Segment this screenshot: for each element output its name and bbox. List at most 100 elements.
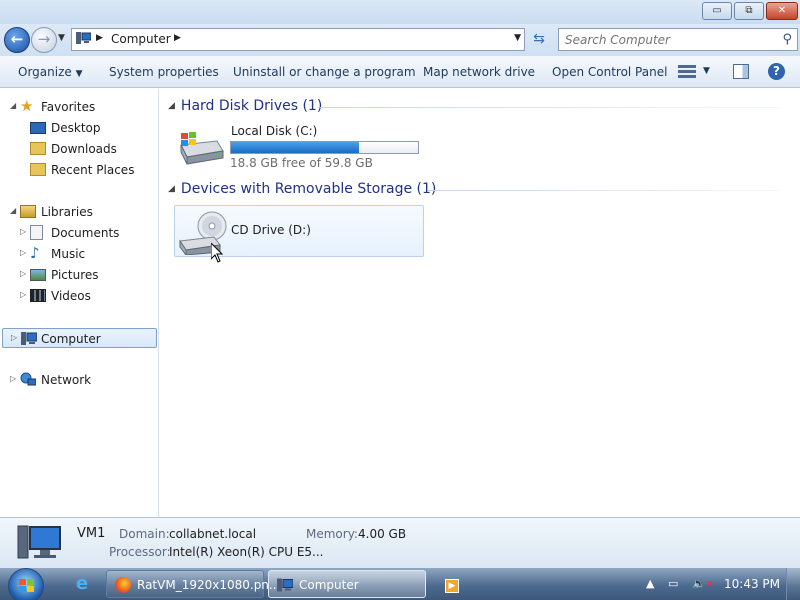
- nav-computer-label: Computer: [41, 332, 101, 346]
- show-hidden-icons-icon[interactable]: ▲: [646, 577, 654, 590]
- videos-icon: [30, 289, 46, 302]
- group-header-hard-disk-drives[interactable]: ◢ Hard Disk Drives (1): [168, 98, 322, 114]
- windows-logo-icon: [19, 579, 35, 593]
- nav-favorites[interactable]: ◢ ★ Favorites: [0, 97, 157, 117]
- hard-disk-icon: [180, 132, 224, 165]
- close-button[interactable]: ✕: [766, 2, 798, 20]
- address-dropdown-icon[interactable]: ▼: [514, 33, 521, 43]
- group-divider: [428, 190, 780, 191]
- processor-label: Processor:: [109, 545, 171, 559]
- details-pane: VM1 Domain: collabnet.local Memory: 4.00…: [0, 517, 800, 568]
- organize-menu[interactable]: Organize ▼: [18, 65, 83, 79]
- nav-item-label: Videos: [51, 289, 91, 303]
- recent-places-icon: [30, 163, 46, 176]
- domain-label: Domain:: [119, 527, 170, 541]
- nav-item-downloads[interactable]: Downloads: [0, 139, 157, 159]
- breadcrumb-chevron-icon[interactable]: ▶: [96, 33, 103, 43]
- nav-network-label: Network: [41, 373, 92, 387]
- computer-icon: [76, 32, 91, 44]
- disk-usage-fill: [231, 142, 360, 153]
- media-player-icon[interactable]: ▶: [438, 570, 466, 598]
- expand-arrow-icon[interactable]: ▷: [20, 290, 26, 299]
- uninstall-program-button[interactable]: Uninstall or change a program: [233, 65, 416, 79]
- internet-explorer-icon[interactable]: e: [68, 570, 96, 598]
- expand-arrow-icon[interactable]: ▷: [20, 269, 26, 278]
- breadcrumb-computer[interactable]: Computer: [111, 32, 171, 46]
- expand-arrow-icon[interactable]: ▷: [10, 374, 16, 383]
- minimize-button[interactable]: ▭: [702, 2, 732, 20]
- mouse-cursor-icon: [211, 243, 223, 263]
- nav-item-videos[interactable]: ▷ Videos: [0, 286, 157, 306]
- memory-label: Memory:: [306, 527, 358, 541]
- nav-item-label: Desktop: [51, 121, 101, 135]
- show-desktop-button[interactable]: [786, 568, 800, 600]
- forward-button[interactable]: →: [31, 27, 57, 53]
- search-box[interactable]: ⚲: [558, 28, 798, 51]
- star-icon: ★: [20, 97, 34, 115]
- nav-item-pictures[interactable]: ▷ Pictures: [0, 265, 157, 285]
- processor-value: Intel(R) Xeon(R) CPU E5...: [169, 545, 324, 559]
- expand-arrow-icon[interactable]: ▷: [20, 227, 26, 236]
- nav-item-label: Downloads: [51, 142, 117, 156]
- expand-arrow-icon[interactable]: ◢: [10, 206, 16, 215]
- expand-arrow-icon[interactable]: ◢: [10, 101, 16, 110]
- computer-large-icon: [17, 525, 61, 559]
- taskbar: e RatVM_1920x1080.pn... Computer ▶ ▲ ▭ 🔈…: [0, 568, 800, 600]
- volume-muted-icon[interactable]: 🔈✕: [692, 577, 713, 590]
- taskbar-item-firefox[interactable]: RatVM_1920x1080.pn...: [106, 570, 280, 598]
- network-status-icon[interactable]: ▭: [668, 577, 678, 590]
- collapse-arrow-icon[interactable]: ◢: [168, 184, 175, 194]
- nav-item-label: Documents: [51, 226, 120, 240]
- open-control-panel-button[interactable]: Open Control Panel: [552, 65, 667, 79]
- libraries-icon: [20, 205, 36, 218]
- search-icon[interactable]: ⚲: [782, 32, 792, 47]
- change-view-icon[interactable]: [678, 65, 696, 79]
- drive-free-space: 18.8 GB free of 59.8 GB: [230, 156, 373, 170]
- address-bar[interactable]: ▶ Computer ▶ ▼: [71, 28, 525, 51]
- computer-icon: [277, 578, 293, 592]
- desktop-icon: [30, 122, 46, 134]
- system-properties-button[interactable]: System properties: [109, 65, 219, 79]
- group-header-removable-storage[interactable]: ◢ Devices with Removable Storage (1): [168, 181, 436, 197]
- music-icon: ♪: [30, 244, 40, 262]
- memory-value: 4.00 GB: [358, 527, 407, 541]
- preview-pane-icon[interactable]: [733, 64, 749, 79]
- maximize-button[interactable]: ⧉: [734, 2, 764, 20]
- nav-computer[interactable]: ▷ Computer: [2, 328, 157, 348]
- back-button[interactable]: ←: [4, 27, 30, 53]
- navigation-bar: ← → ▼ ▶ Computer ▶ ▼ ⇆ ⚲: [0, 24, 800, 56]
- clock[interactable]: 10:43 PM: [724, 577, 780, 591]
- start-button[interactable]: [8, 568, 44, 600]
- group-title: Devices with Removable Storage (1): [180, 181, 437, 197]
- firefox-icon: [115, 577, 131, 593]
- title-bar: ▭ ⧉ ✕: [0, 0, 800, 24]
- taskbar-item-computer[interactable]: Computer: [268, 570, 426, 598]
- nav-item-recent-places[interactable]: Recent Places: [0, 160, 157, 180]
- recent-pages-dropdown-icon[interactable]: ▼: [58, 33, 65, 43]
- nav-item-label: Recent Places: [51, 163, 135, 177]
- collapse-arrow-icon[interactable]: ◢: [168, 101, 175, 111]
- nav-network[interactable]: ▷ Network: [0, 370, 157, 390]
- nav-libraries[interactable]: ◢ Libraries: [0, 202, 157, 222]
- drive-local-disk-c[interactable]: Local Disk (C:) 18.8 GB free of 59.8 GB: [174, 121, 424, 170]
- breadcrumb-chevron-icon[interactable]: ▶: [174, 33, 181, 43]
- nav-favorites-label: Favorites: [41, 100, 96, 114]
- expand-arrow-icon[interactable]: ▷: [11, 333, 17, 342]
- expand-arrow-icon[interactable]: ▷: [20, 248, 26, 257]
- group-divider: [320, 107, 780, 108]
- downloads-folder-icon: [30, 142, 46, 155]
- help-icon[interactable]: ?: [768, 63, 785, 80]
- refresh-button[interactable]: ⇆: [528, 28, 550, 51]
- nav-item-label: Pictures: [51, 268, 99, 282]
- map-network-drive-button[interactable]: Map network drive: [423, 65, 535, 79]
- nav-libraries-label: Libraries: [41, 205, 93, 219]
- taskbar-item-label: Computer: [299, 578, 359, 592]
- computer-name: VM1: [77, 526, 106, 541]
- computer-icon: [21, 332, 37, 345]
- search-input[interactable]: [559, 29, 769, 50]
- view-options-dropdown-icon[interactable]: ▼: [703, 66, 710, 76]
- disk-usage-bar: [230, 141, 419, 154]
- nav-item-desktop[interactable]: Desktop: [0, 118, 157, 138]
- nav-item-documents[interactable]: ▷ Documents: [0, 223, 157, 243]
- nav-item-music[interactable]: ▷ ♪ Music: [0, 244, 157, 264]
